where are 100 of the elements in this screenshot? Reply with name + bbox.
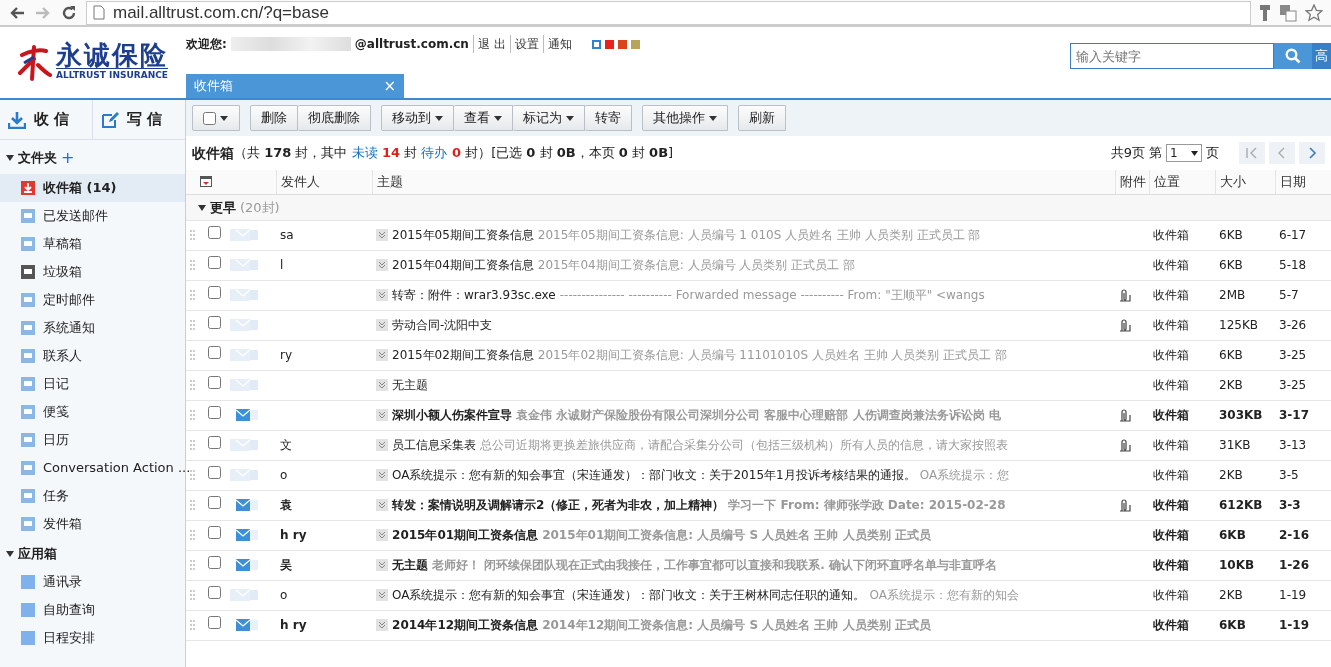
- drag-handle-icon[interactable]: [190, 470, 195, 480]
- skin-swatch[interactable]: [591, 39, 601, 49]
- row-checkbox[interactable]: [208, 436, 221, 449]
- drag-handle-icon[interactable]: [190, 560, 195, 570]
- header-link[interactable]: 设置: [509, 35, 539, 53]
- toolbar-button[interactable]: 删除: [250, 105, 298, 131]
- expand-chevron-icon[interactable]: [376, 379, 389, 391]
- search-button[interactable]: [1274, 43, 1312, 69]
- skin-swatch[interactable]: [617, 39, 627, 49]
- expand-caret-icon[interactable]: [6, 550, 14, 557]
- expand-chevron-icon[interactable]: [376, 319, 389, 331]
- expand-chevron-icon[interactable]: [376, 409, 389, 421]
- compose-button[interactable]: 写 信: [92, 100, 185, 139]
- mail-subject[interactable]: 无主题: [392, 556, 429, 574]
- toolbar-button[interactable]: 刷新: [738, 105, 786, 131]
- row-checkbox[interactable]: [208, 286, 221, 299]
- back-icon[interactable]: [8, 4, 26, 21]
- forward-icon[interactable]: [34, 4, 52, 21]
- folder-item[interactable]: 联系人: [0, 342, 185, 370]
- row-checkbox[interactable]: [208, 466, 221, 479]
- reload-icon[interactable]: [60, 3, 78, 22]
- toolbar-button[interactable]: 移动到: [381, 105, 454, 131]
- expand-caret-icon[interactable]: [6, 155, 14, 161]
- toolbar-button[interactable]: 查看: [454, 105, 513, 131]
- folder-item[interactable]: 日程安排: [0, 623, 185, 652]
- drag-handle-icon[interactable]: [190, 350, 195, 360]
- expand-chevron-icon[interactable]: [376, 439, 389, 451]
- add-folder-button[interactable]: +: [61, 146, 75, 170]
- expand-chevron-icon[interactable]: [376, 229, 389, 241]
- mail-subject[interactable]: 2014年12期间工资条信息: [392, 616, 539, 634]
- row-checkbox[interactable]: [208, 346, 221, 359]
- search-field[interactable]: 输入关键字: [1070, 43, 1274, 69]
- mail-subject[interactable]: 2015年05期间工资条信息: [392, 226, 534, 244]
- expand-chevron-icon[interactable]: [376, 529, 389, 541]
- row-checkbox[interactable]: [208, 406, 221, 419]
- select-all-button[interactable]: [192, 105, 240, 131]
- expand-chevron-icon[interactable]: [376, 499, 389, 511]
- header-link[interactable]: 通知: [542, 35, 572, 53]
- folder-item[interactable]: 便笺: [0, 398, 185, 426]
- folder-item[interactable]: 定时邮件: [0, 286, 185, 314]
- row-checkbox[interactable]: [208, 496, 221, 509]
- drag-handle-icon[interactable]: [190, 590, 195, 600]
- mail-subject[interactable]: OA系统提示：您有新的知会事宜（宋连通发）：部门收文：关于2015年1月投诉考核结果的通报。: [392, 466, 916, 484]
- expand-chevron-icon[interactable]: [376, 289, 389, 301]
- drag-handle-icon[interactable]: [190, 380, 195, 390]
- page-next-button[interactable]: [1299, 142, 1325, 164]
- folder-item[interactable]: 任务: [0, 482, 185, 510]
- mail-subject[interactable]: 劳动合同-沈阳中支: [392, 316, 493, 334]
- toolbar-button[interactable]: 标记为: [513, 105, 585, 131]
- mail-subject[interactable]: 转发：案情说明及调解请示2（修正，死者为非农，加上精神）: [392, 496, 725, 514]
- address-bar[interactable]: mail.alltrust.com.cn/?q=base: [86, 0, 1251, 25]
- checkbox[interactable]: [203, 111, 216, 125]
- drag-handle-icon[interactable]: [190, 530, 195, 540]
- row-checkbox[interactable]: [208, 316, 221, 329]
- drag-handle-icon[interactable]: [190, 620, 195, 630]
- mail-subject[interactable]: 无主题: [392, 376, 429, 394]
- mail-subject[interactable]: 2015年02期间工资条信息: [392, 346, 534, 364]
- page-select[interactable]: 1: [1166, 144, 1202, 162]
- key-icon[interactable]: [1259, 3, 1271, 22]
- drag-handle-icon[interactable]: [190, 500, 195, 510]
- skin-swatch[interactable]: [630, 39, 640, 49]
- row-checkbox[interactable]: [208, 256, 221, 269]
- toolbar-button[interactable]: 其他操作: [642, 105, 728, 131]
- mail-subject[interactable]: OA系统提示：您有新的知会事宜（宋连通发）：部门收文：关于王树林同志任职的通知。: [392, 586, 866, 604]
- header-link[interactable]: 退 出: [472, 35, 506, 53]
- row-checkbox[interactable]: [208, 226, 221, 239]
- folder-item[interactable]: 发件箱: [0, 510, 185, 538]
- row-checkbox[interactable]: [208, 526, 221, 539]
- mail-subject[interactable]: 2015年04期间工资条信息: [392, 256, 534, 274]
- receive-button[interactable]: 收 信: [0, 100, 92, 139]
- row-checkbox[interactable]: [208, 616, 221, 629]
- folder-item[interactable]: 草稿箱: [0, 230, 185, 258]
- toolbar-button[interactable]: 彻底删除: [298, 105, 371, 131]
- mail-subject[interactable]: 转寄：附件：wrar3.93sc.exe: [392, 286, 556, 304]
- drag-handle-icon[interactable]: [190, 410, 195, 420]
- folder-item[interactable]: 已发送邮件: [0, 202, 185, 230]
- expand-chevron-icon[interactable]: [376, 259, 389, 271]
- advanced-search-button[interactable]: 高: [1312, 43, 1331, 69]
- folder-item[interactable]: 日记: [0, 370, 185, 398]
- expand-chevron-icon[interactable]: [376, 349, 389, 361]
- mail-subject[interactable]: 员工信息采集表: [392, 436, 477, 454]
- expand-chevron-icon[interactable]: [376, 619, 389, 631]
- drag-handle-icon[interactable]: [190, 320, 195, 330]
- column-menu-icon[interactable]: [200, 176, 212, 188]
- mail-subject[interactable]: 2015年01期间工资条信息: [392, 526, 539, 544]
- column-header[interactable]: 主题: [376, 174, 403, 189]
- mail-subject[interactable]: 深圳小额人伤案件宣导: [392, 406, 513, 424]
- expand-caret-icon[interactable]: [198, 204, 206, 211]
- expand-chevron-icon[interactable]: [376, 589, 389, 601]
- drag-handle-icon[interactable]: [190, 440, 195, 450]
- folder-item[interactable]: 收件箱 (14): [0, 174, 185, 202]
- row-checkbox[interactable]: [208, 556, 221, 569]
- folder-item[interactable]: 通讯录: [0, 567, 185, 596]
- row-checkbox[interactable]: [208, 376, 221, 389]
- drag-handle-icon[interactable]: [190, 230, 195, 240]
- folder-item[interactable]: 垃圾箱: [0, 258, 185, 286]
- drag-handle-icon[interactable]: [190, 260, 195, 270]
- expand-chevron-icon[interactable]: [376, 469, 389, 481]
- drag-handle-icon[interactable]: [190, 290, 195, 300]
- skin-swatch[interactable]: [604, 39, 614, 49]
